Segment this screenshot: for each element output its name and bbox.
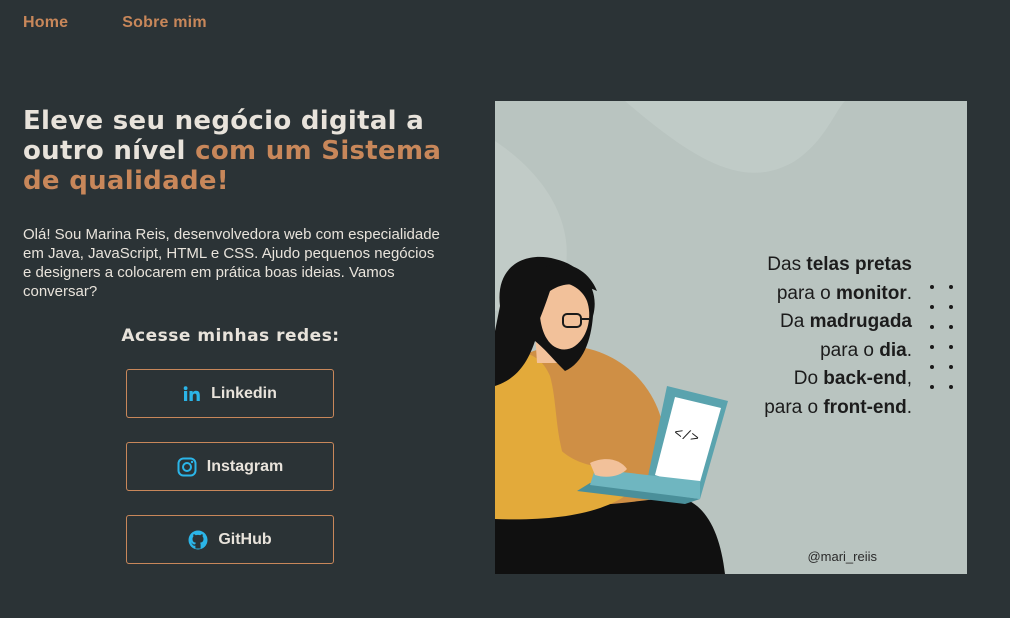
illustration-line: Das telas pretas [767, 254, 912, 275]
social-title: Acesse minhas redes: [121, 326, 340, 346]
instagram-handle: @mari_reiis [807, 549, 877, 564]
intro-text: Olá! Sou Marina Reis, desenvolvedora web… [23, 226, 440, 300]
instagram-button[interactable]: Instagram [126, 442, 334, 491]
linkedin-icon [183, 385, 200, 401]
github-button[interactable]: GitHub [126, 515, 334, 564]
github-label: GitHub [218, 530, 272, 548]
illustration-line: para o dia. [820, 339, 912, 361]
hero-illustration: </> Das telas pretas para o monitor. Da … [495, 101, 967, 574]
illustration-line: Da madrugada [780, 311, 912, 333]
page-title: Eleve seu negócio digital a outro nível … [23, 106, 463, 196]
top-nav: Home Sobre mim [23, 14, 207, 32]
illustration-line: para o front-end. [764, 396, 912, 418]
linkedin-label: Linkedin [211, 384, 277, 402]
instagram-icon [177, 457, 197, 476]
instagram-label: Instagram [206, 457, 284, 475]
illustration-line: Do back-end, [793, 368, 912, 390]
illustration-line: para o monitor. [776, 282, 912, 304]
nav-about-link[interactable]: Sobre mim [122, 14, 207, 32]
github-icon [188, 530, 208, 549]
illustration-text: Das telas pretas para o monitor. Da madr… [764, 251, 912, 423]
nav-home-link[interactable]: Home [23, 14, 68, 32]
linkedin-button[interactable]: Linkedin [126, 369, 334, 418]
